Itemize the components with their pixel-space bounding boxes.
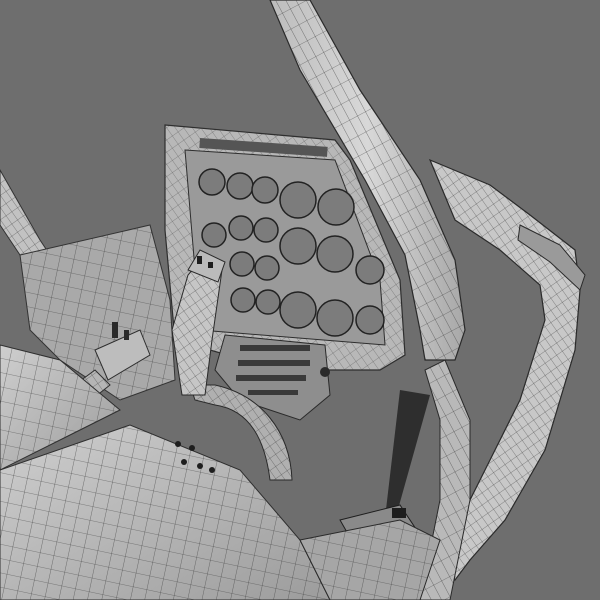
gauge <box>279 227 317 265</box>
cyclic-button-icon <box>208 262 213 268</box>
gauge <box>230 287 256 313</box>
console-switch-icon <box>209 467 215 473</box>
gauge <box>316 299 354 337</box>
gauge <box>226 172 254 200</box>
gauge <box>317 188 355 226</box>
gauge <box>279 291 317 329</box>
console-switch-icon <box>197 463 203 469</box>
gauge <box>355 255 385 285</box>
cockpit-render <box>0 0 586 600</box>
collective-button-icon <box>124 330 129 340</box>
gauge <box>316 235 354 273</box>
console-switch-icon <box>181 459 187 465</box>
gauge <box>355 305 385 335</box>
gauge <box>198 168 226 196</box>
switch-row <box>240 345 310 351</box>
cockpit-viewport <box>0 0 600 600</box>
gauge <box>253 217 279 243</box>
gauge <box>279 181 317 219</box>
switch-row <box>248 390 298 395</box>
collective-switch-icon <box>112 322 118 338</box>
switch-row <box>238 360 310 366</box>
console-switch-icon <box>175 441 181 447</box>
cyclic-trim-icon <box>197 256 202 264</box>
console-switch-icon <box>189 445 195 451</box>
switch-row <box>236 375 306 381</box>
gauge <box>228 215 254 241</box>
knob-icon <box>320 367 330 377</box>
gauge <box>251 176 279 204</box>
pedal-hinge-icon <box>392 508 406 518</box>
gauge <box>254 255 280 281</box>
gauge <box>229 251 255 277</box>
gauge <box>201 222 227 248</box>
gauge <box>255 289 281 315</box>
